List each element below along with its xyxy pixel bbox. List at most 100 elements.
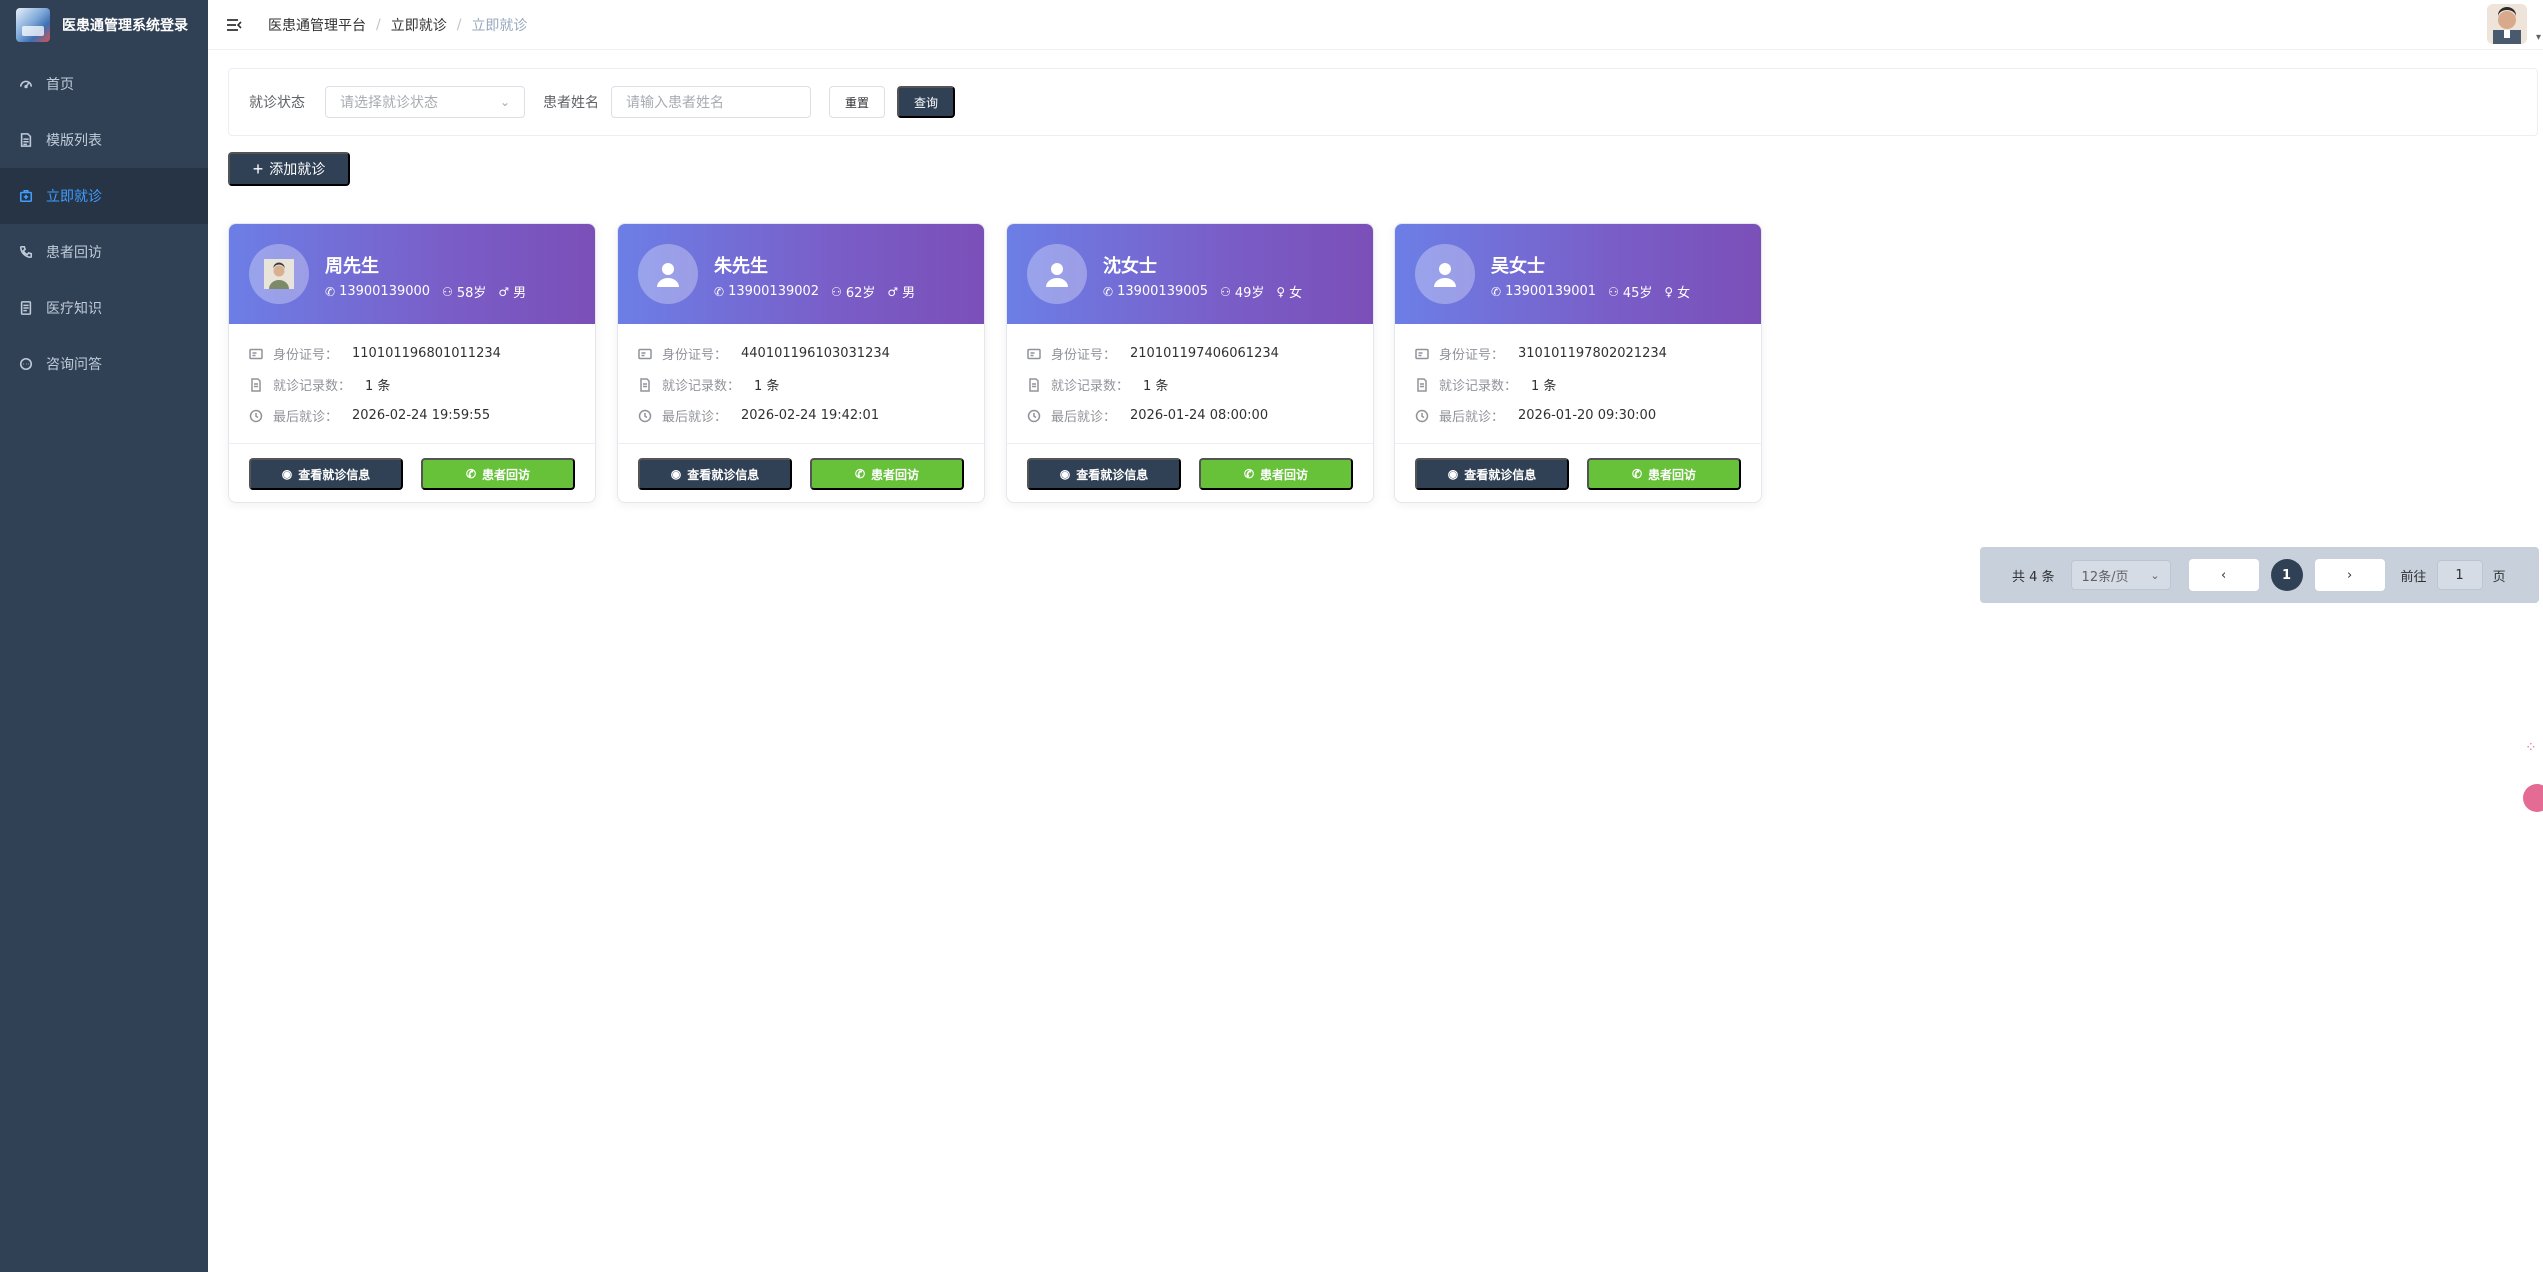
records-value: 1 条 [1143, 379, 1169, 394]
card-header: 朱先生 ✆ 13900139002 ⚇ 62岁 ♂ 男 [618, 224, 984, 324]
chat-icon [18, 356, 34, 372]
clock-icon [1415, 409, 1429, 423]
breadcrumb-item-section[interactable]: 立即就诊 [391, 15, 447, 35]
male-icon: ♂ [498, 284, 510, 299]
document-icon [638, 377, 652, 392]
chevron-left-icon: ‹ [2220, 567, 2227, 583]
search-button[interactable]: 查询 [897, 86, 956, 118]
patient-gender-value: 女 [1289, 286, 1303, 301]
last-visit-value: 2026-01-20 09:30:00 [1518, 408, 1657, 423]
chevron-down-icon[interactable]: ▾ [2536, 32, 2541, 43]
records-row: 就诊记录数： 1 条 [1027, 369, 1353, 400]
patient-phone-value: 13900139000 [339, 284, 431, 299]
card-body: 身份证号： 210101197406061234 就诊记录数： 1 条 最后就诊… [1007, 324, 1373, 444]
card-footer: ◉ 查看就诊信息 ✆ 患者回访 [229, 444, 595, 502]
sidebar-item-label: 模版列表 [46, 133, 102, 149]
card-body: 身份证号： 310101197802021234 就诊记录数： 1 条 最后就诊… [1395, 324, 1761, 444]
patient-gender: ♂ 男 [498, 282, 526, 302]
view-visit-label: 查看就诊信息 [687, 467, 760, 482]
logo-image [16, 8, 50, 42]
sidebar-item-qa[interactable]: 咨询问答 [0, 336, 208, 392]
patient-age: ⚇ 45岁 [1608, 282, 1652, 302]
last-visit-value: 2026-01-24 08:00:00 [1130, 408, 1269, 423]
id-label: 身份证号： [662, 348, 728, 363]
person-icon [638, 244, 698, 304]
card-header: 吴女士 ✆ 13900139001 ⚇ 45岁 ♀ 女 [1395, 224, 1761, 324]
page-number-current[interactable]: 1 [2270, 559, 2303, 591]
records-label: 就诊记录数： [1051, 379, 1130, 394]
reset-button[interactable]: 重置 [829, 86, 886, 118]
view-visit-button[interactable]: ◉ 查看就诊信息 [1027, 458, 1181, 490]
sidebar-item-templates[interactable]: 模版列表 [0, 112, 208, 168]
hamburger-icon[interactable] [224, 15, 244, 35]
chevron-right-icon: › [2346, 567, 2353, 583]
goto-page-input[interactable]: 1 [2436, 560, 2483, 590]
page-size-select[interactable]: 12条/页 ⌄ [2070, 560, 2171, 590]
name-input[interactable]: 请输入患者姓名 [611, 86, 811, 118]
patient-gender: ♀ 女 [1276, 282, 1303, 302]
phone-icon: ✆ [465, 467, 477, 481]
last-visit-label: 最后就诊： [1439, 410, 1505, 425]
card-footer: ◉ 查看就诊信息 ✆ 患者回访 [618, 444, 984, 502]
sidebar-item-follow-up[interactable]: 患者回访 [0, 224, 208, 280]
phone-icon: ✆ [1243, 467, 1255, 481]
patient-phone-value: 13900139005 [1117, 284, 1209, 299]
sidebar-item-knowledge[interactable]: 医疗知识 [0, 280, 208, 336]
patient-phone: ✆ 13900139005 [1103, 284, 1208, 299]
breadcrumb: 医患通管理平台 / 立即就诊 / 立即就诊 [268, 15, 527, 35]
view-visit-button[interactable]: ◉ 查看就诊信息 [1415, 458, 1569, 490]
add-visit-button[interactable]: + 添加就诊 [228, 152, 350, 186]
prev-page-button[interactable]: ‹ [2188, 559, 2259, 591]
goto-label: 前往 [2400, 569, 2427, 585]
records-row: 就诊记录数： 1 条 [249, 369, 575, 400]
eye-icon: ◉ [670, 467, 682, 481]
user-avatar[interactable] [2487, 4, 2527, 44]
eye-icon: ◉ [1447, 467, 1459, 481]
patient-gender-value: 女 [1677, 286, 1691, 301]
id-value: 210101197406061234 [1130, 346, 1279, 361]
clock-icon [249, 409, 263, 423]
id-value: 310101197802021234 [1518, 346, 1667, 361]
breadcrumb-separator: / [376, 16, 381, 33]
card-body: 身份证号： 110101196801011234 就诊记录数： 1 条 最后就诊… [229, 324, 595, 444]
floating-tool-icon[interactable]: ⁘ [2525, 740, 2543, 762]
follow-up-button[interactable]: ✆ 患者回访 [810, 458, 964, 490]
last-visit-label: 最后就诊： [1051, 410, 1117, 425]
sidebar-item-label: 医疗知识 [46, 301, 102, 317]
follow-up-label: 患者回访 [482, 467, 531, 482]
patient-age: ⚇ 62岁 [831, 282, 875, 302]
filter-bar: 就诊状态 请选择就诊状态 ⌄ 患者姓名 请输入患者姓名 重置 查询 [228, 68, 2538, 136]
id-row: 身份证号： 110101196801011234 [249, 338, 575, 369]
pagination-total: 共 4 条 [2012, 569, 2055, 585]
follow-up-button[interactable]: ✆ 患者回访 [1587, 458, 1741, 490]
card-footer: ◉ 查看就诊信息 ✆ 患者回访 [1007, 444, 1373, 502]
status-select[interactable]: 请选择就诊状态 ⌄ [325, 86, 525, 118]
next-page-button[interactable]: › [2314, 559, 2385, 591]
clock-icon [1027, 409, 1041, 423]
phone-icon: ✆ [1631, 467, 1643, 481]
clock-icon [638, 409, 652, 423]
follow-up-button[interactable]: ✆ 患者回访 [421, 458, 575, 490]
document-icon [1027, 377, 1041, 392]
id-label: 身份证号： [1051, 348, 1117, 363]
follow-up-label: 患者回访 [871, 467, 920, 482]
breadcrumb-item-platform[interactable]: 医患通管理平台 [268, 15, 366, 35]
id-card-icon [249, 347, 263, 361]
view-visit-button[interactable]: ◉ 查看就诊信息 [249, 458, 403, 490]
phone-icon: ✆ [1491, 284, 1502, 299]
patient-meta: ✆ 13900139001 ⚇ 45岁 ♀ 女 [1491, 282, 1702, 301]
logo[interactable]: 医患通管理系统登录 [0, 0, 208, 50]
dashboard-icon [18, 76, 34, 92]
card-footer: ◉ 查看就诊信息 ✆ 患者回访 [1395, 444, 1761, 502]
sidebar-menu: 首页 模版列表 立即就诊 患者回访 医疗知识 咨询问答 [0, 56, 208, 392]
floating-assistant-icon[interactable] [2523, 784, 2543, 812]
medical-kit-icon [18, 188, 34, 204]
follow-up-button[interactable]: ✆ 患者回访 [1199, 458, 1353, 490]
view-visit-button[interactable]: ◉ 查看就诊信息 [638, 458, 792, 490]
patient-meta: ✆ 13900139002 ⚇ 62岁 ♂ 男 [714, 282, 927, 301]
patient-card: 周先生 ✆ 13900139000 ⚇ 58岁 ♂ 男 身份证号： 110101196… [228, 223, 596, 503]
sidebar-item-visit-now[interactable]: 立即就诊 [0, 168, 208, 224]
patient-phone: ✆ 13900139000 [325, 284, 430, 299]
sidebar-item-home[interactable]: 首页 [0, 56, 208, 112]
id-card-icon [638, 347, 652, 361]
